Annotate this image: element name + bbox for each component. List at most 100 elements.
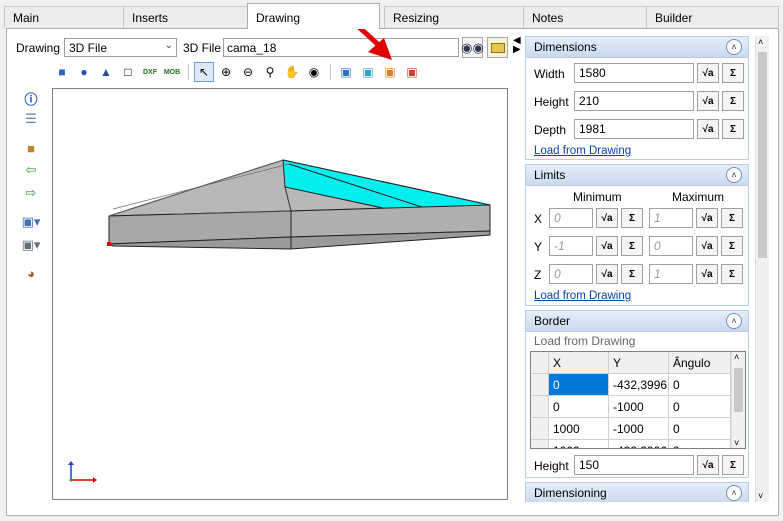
- border-height-input[interactable]: 150: [574, 455, 694, 475]
- view-cube-dropdown[interactable]: ▣▾: [20, 212, 42, 232]
- render-textured-button[interactable]: ▣: [402, 62, 422, 82]
- move-right-button[interactable]: ⇨: [20, 183, 42, 203]
- limits-header[interactable]: Limits ˄: [526, 165, 748, 186]
- scroll-up-icon[interactable]: ˄: [758, 37, 763, 47]
- x-min-input[interactable]: 0: [549, 208, 593, 228]
- view-side-button[interactable]: □: [118, 62, 138, 82]
- open-folder-button[interactable]: [487, 37, 508, 58]
- row-header: [531, 440, 549, 448]
- tab-resizing[interactable]: Resizing: [384, 6, 524, 28]
- z-max-input[interactable]: 1: [649, 264, 693, 284]
- depth-input[interactable]: 1981: [574, 119, 694, 139]
- dimensions-load-link[interactable]: Load from Drawing: [534, 145, 631, 157]
- export-mob-button[interactable]: MOB: [162, 62, 182, 82]
- scroll-up-icon[interactable]: ˄: [734, 352, 739, 362]
- view-top-button[interactable]: ▲: [96, 62, 116, 82]
- table-scrollbar[interactable]: ˄ ˅: [731, 352, 745, 448]
- export-dxf-button[interactable]: DXF: [140, 62, 160, 82]
- table-cell[interactable]: -432,3996: [609, 374, 669, 396]
- table-cell[interactable]: 1000: [549, 418, 609, 440]
- table-cell[interactable]: -432,3996: [609, 440, 669, 448]
- magnifier-icon: ⚲: [265, 65, 275, 79]
- zoom-window-button[interactable]: ⚲: [260, 62, 280, 82]
- scroll-down-icon[interactable]: ˅: [758, 491, 763, 501]
- sum-button[interactable]: Σ: [721, 264, 743, 284]
- table-cell[interactable]: 0: [669, 418, 731, 440]
- zoom-out-button[interactable]: ⊖: [238, 62, 258, 82]
- rotate-button[interactable]: ◉: [304, 62, 324, 82]
- formula-button[interactable]: √a: [696, 264, 718, 284]
- table-cell[interactable]: 0: [669, 396, 731, 418]
- view-iso-button[interactable]: ■: [52, 62, 72, 82]
- border-points-table[interactable]: X Y Ângulo 0 -432,3996 0 0 -1000 0 1000 …: [530, 351, 746, 449]
- binoculars-button[interactable]: ◉◉: [461, 37, 484, 58]
- collapse-icon[interactable]: ˄: [726, 39, 742, 55]
- table-cell[interactable]: 0: [549, 374, 609, 396]
- sum-button[interactable]: Σ: [621, 208, 643, 228]
- formula-button[interactable]: √a: [697, 63, 719, 83]
- pan-button[interactable]: ✋: [282, 62, 302, 82]
- info-button[interactable]: ⓘ: [20, 88, 42, 108]
- sum-button[interactable]: Σ: [721, 208, 743, 228]
- formula-button[interactable]: √a: [596, 236, 618, 256]
- tab-inserts[interactable]: Inserts: [123, 6, 248, 28]
- sum-button[interactable]: Σ: [722, 91, 744, 111]
- object-color-button[interactable]: ■: [20, 138, 42, 158]
- formula-button[interactable]: √a: [697, 455, 719, 475]
- formula-button[interactable]: √a: [697, 91, 719, 111]
- tab-drawing[interactable]: Drawing: [247, 3, 380, 29]
- z-min-input[interactable]: 0: [549, 264, 593, 284]
- drawing-type-value: 3D File: [69, 41, 108, 55]
- border-header[interactable]: Border ˄: [526, 311, 748, 332]
- 3d-viewport[interactable]: [52, 88, 508, 500]
- width-input[interactable]: 1580: [574, 63, 694, 83]
- sqrt-icon: √a: [601, 240, 613, 252]
- sigma-icon: Σ: [729, 95, 736, 107]
- formula-button[interactable]: √a: [696, 208, 718, 228]
- sum-button[interactable]: Σ: [621, 264, 643, 284]
- dimensioning-header[interactable]: Dimensioning ˄: [526, 483, 748, 502]
- zoom-in-button[interactable]: ⊕: [216, 62, 236, 82]
- y-max-input[interactable]: 0: [649, 236, 693, 256]
- height-input[interactable]: 210: [574, 91, 694, 111]
- formula-button[interactable]: √a: [697, 119, 719, 139]
- x-max-input[interactable]: 1: [649, 208, 693, 228]
- tab-builder[interactable]: Builder: [646, 6, 779, 28]
- table-cell[interactable]: 0: [549, 396, 609, 418]
- table-cell[interactable]: 1000: [549, 440, 609, 448]
- view-front-button[interactable]: ●: [74, 62, 94, 82]
- collapse-icon[interactable]: ˄: [726, 167, 742, 183]
- layers-button[interactable]: ☰: [20, 109, 42, 129]
- collapse-icon[interactable]: ˄: [726, 485, 742, 501]
- sigma-icon: Σ: [729, 67, 736, 79]
- panel-scrollbar[interactable]: ˄ ˅: [755, 36, 769, 502]
- table-cell[interactable]: -1000: [609, 396, 669, 418]
- drawing-type-select[interactable]: 3D File ⌄: [64, 38, 177, 57]
- panel-toggle-arrows[interactable]: ◀ ▶: [513, 36, 521, 55]
- scroll-down-icon[interactable]: ˅: [734, 438, 739, 448]
- sum-button[interactable]: Σ: [722, 455, 744, 475]
- table-cell[interactable]: -1000: [609, 418, 669, 440]
- sum-button[interactable]: Σ: [721, 236, 743, 256]
- formula-button[interactable]: √a: [696, 236, 718, 256]
- view-cube-gray-dropdown[interactable]: ▣▾: [20, 235, 42, 255]
- dimensions-header[interactable]: Dimensions ˄: [526, 37, 748, 58]
- table-cell[interactable]: 0: [669, 374, 731, 396]
- move-left-button[interactable]: ⇦: [20, 160, 42, 180]
- collapse-icon[interactable]: ˄: [726, 313, 742, 329]
- y-min-input[interactable]: -1: [549, 236, 593, 256]
- tab-main[interactable]: Main: [4, 6, 124, 28]
- bowl-tool-button[interactable]: ◕: [20, 263, 42, 283]
- tab-notes[interactable]: Notes: [523, 6, 647, 28]
- scroll-thumb[interactable]: [734, 368, 743, 412]
- sigma-icon: Σ: [728, 268, 735, 280]
- scroll-thumb[interactable]: [758, 52, 767, 258]
- table-cell[interactable]: 0: [669, 440, 731, 448]
- select-pointer-button[interactable]: ↖: [194, 62, 214, 82]
- limits-load-link[interactable]: Load from Drawing: [534, 290, 631, 302]
- sum-button[interactable]: Σ: [722, 119, 744, 139]
- formula-button[interactable]: √a: [596, 264, 618, 284]
- sum-button[interactable]: Σ: [621, 236, 643, 256]
- formula-button[interactable]: √a: [596, 208, 618, 228]
- sum-button[interactable]: Σ: [722, 63, 744, 83]
